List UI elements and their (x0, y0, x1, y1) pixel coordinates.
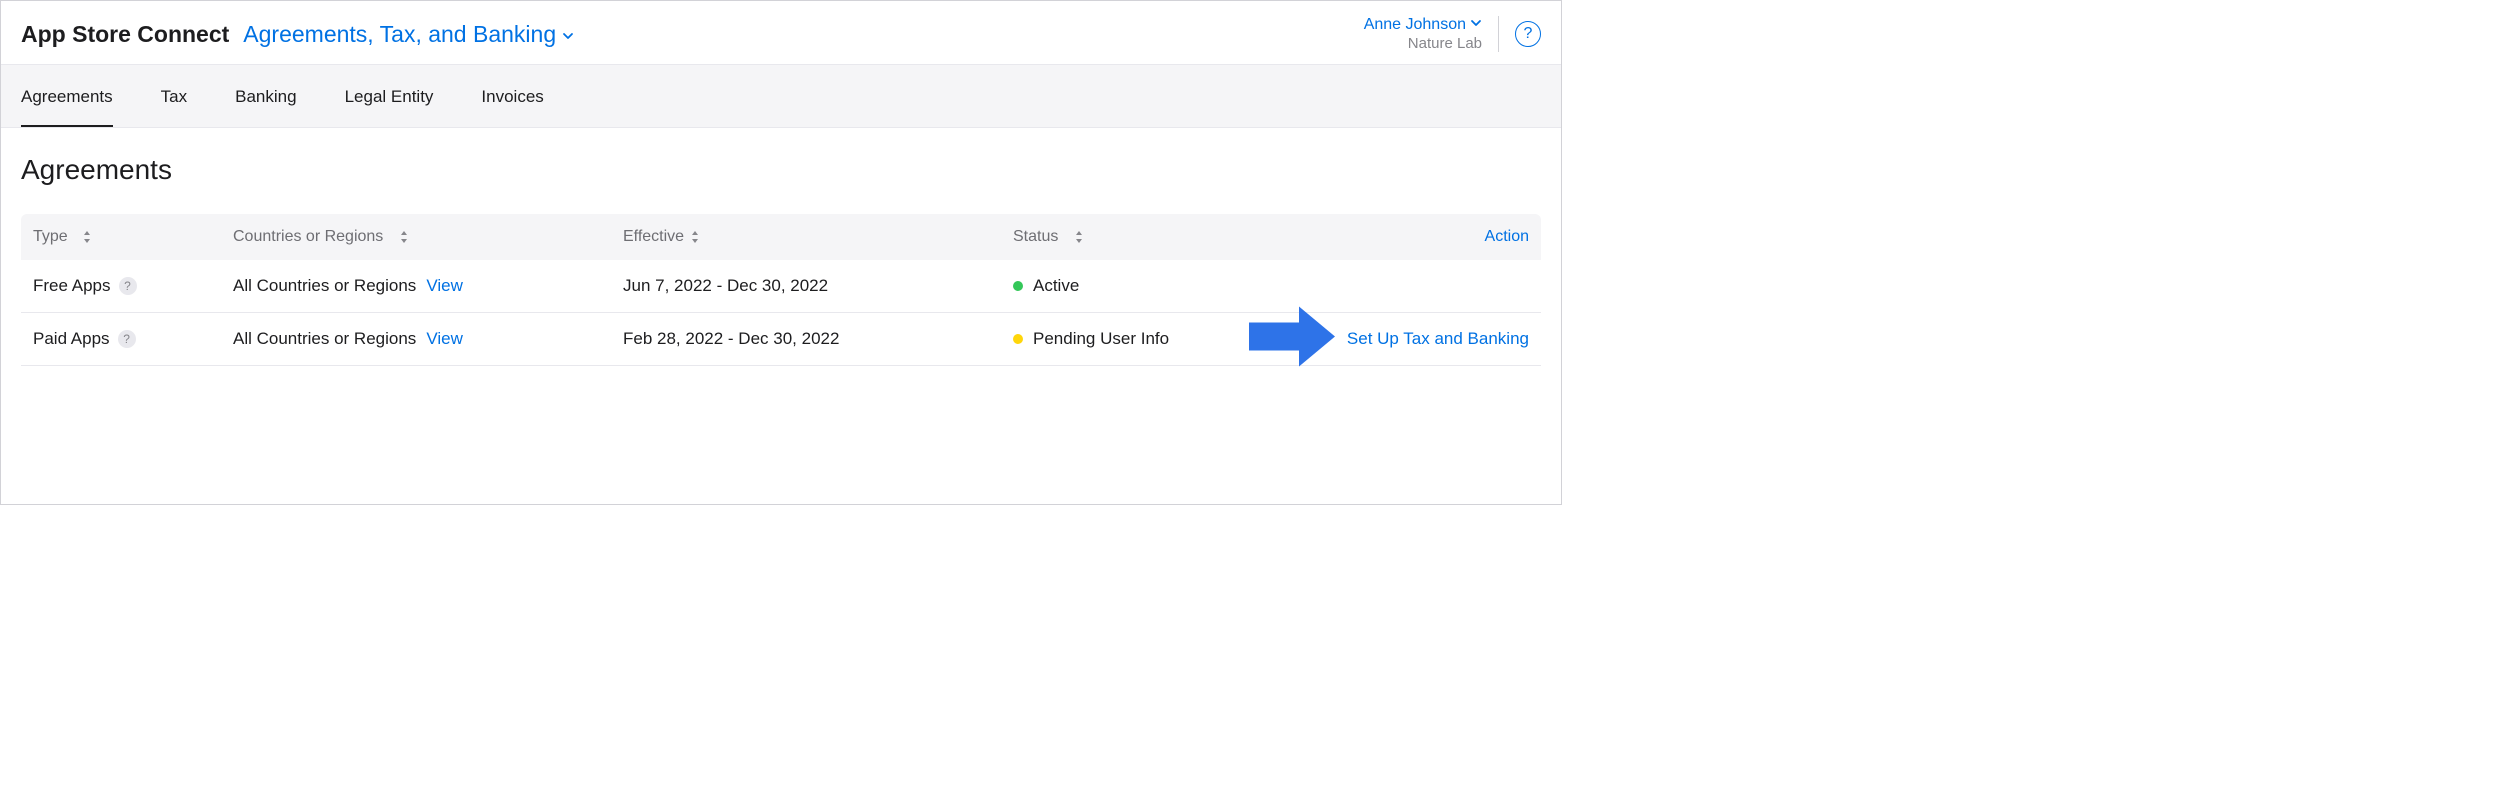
column-header-effective[interactable]: Effective (623, 228, 1013, 246)
page-heading: Agreements (21, 154, 1541, 186)
table-row: Free Apps ? All Countries or Regions Vie… (21, 260, 1541, 313)
cell-type: Paid Apps (33, 329, 110, 349)
sort-icon (690, 230, 700, 244)
tab-legal-entity[interactable]: Legal Entity (345, 65, 434, 127)
sort-icon (82, 230, 92, 244)
chevron-down-icon (562, 21, 574, 48)
tab-banking[interactable]: Banking (235, 65, 296, 127)
cell-effective: Feb 28, 2022 - Dec 30, 2022 (623, 329, 1013, 349)
callout-arrow-icon (1249, 306, 1335, 371)
cell-type: Free Apps (33, 276, 111, 296)
tab-agreements[interactable]: Agreements (21, 65, 113, 127)
cell-status: Pending User Info (1033, 329, 1169, 349)
cell-countries: All Countries or Regions (233, 276, 416, 296)
column-header-action: Action (1293, 228, 1529, 246)
column-header-countries[interactable]: Countries or Regions (233, 228, 623, 246)
cell-countries: All Countries or Regions (233, 329, 416, 349)
tab-invoices[interactable]: Invoices (481, 65, 543, 127)
cell-effective: Jun 7, 2022 - Dec 30, 2022 (623, 276, 1013, 296)
sort-icon (399, 230, 409, 244)
column-header-status[interactable]: Status (1013, 228, 1293, 246)
table-header: Type Countries or Regions Effective Stat… (21, 214, 1541, 260)
cell-status: Active (1033, 276, 1079, 296)
vertical-divider (1498, 16, 1499, 52)
user-org-label: Nature Lab (1364, 35, 1482, 54)
status-dot-icon (1013, 281, 1023, 291)
header-bar: App Store Connect Agreements, Tax, and B… (1, 1, 1561, 64)
view-link[interactable]: View (426, 329, 463, 349)
tab-bar: Agreements Tax Banking Legal Entity Invo… (1, 64, 1561, 128)
section-dropdown[interactable]: Agreements, Tax, and Banking (243, 21, 574, 48)
status-dot-icon (1013, 334, 1023, 344)
table-row: Paid Apps ? All Countries or Regions Vie… (21, 313, 1541, 366)
sort-icon (1074, 230, 1084, 244)
user-name-label: Anne Johnson (1364, 15, 1466, 35)
setup-tax-banking-link[interactable]: Set Up Tax and Banking (1347, 329, 1529, 348)
tab-tax[interactable]: Tax (161, 65, 187, 127)
column-header-type[interactable]: Type (33, 228, 233, 246)
info-icon[interactable]: ? (119, 277, 137, 295)
info-icon[interactable]: ? (118, 330, 136, 348)
user-menu[interactable]: Anne Johnson Nature Lab (1364, 15, 1482, 54)
chevron-down-icon (1470, 15, 1482, 35)
app-title: App Store Connect (21, 21, 229, 48)
help-icon[interactable]: ? (1515, 21, 1541, 47)
view-link[interactable]: View (426, 276, 463, 296)
section-dropdown-label: Agreements, Tax, and Banking (243, 21, 556, 48)
